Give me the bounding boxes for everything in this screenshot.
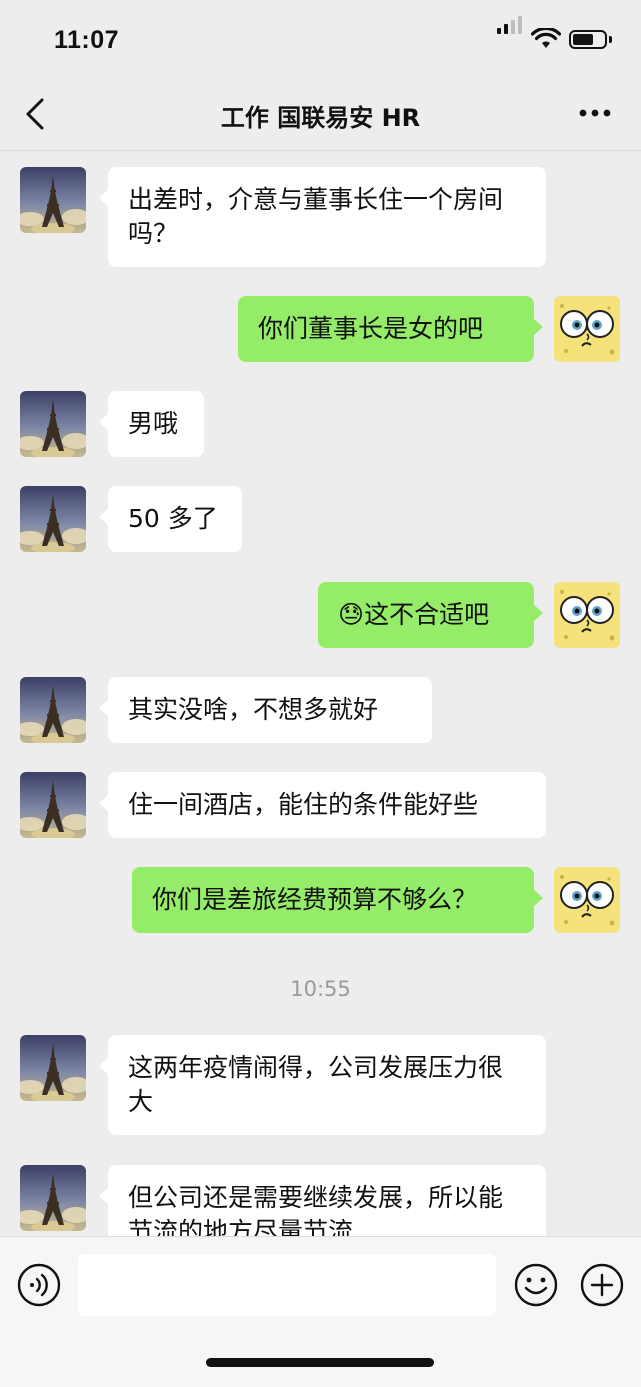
eiffel-tower-avatar-icon (20, 677, 86, 743)
wifi-icon (531, 28, 561, 48)
incoming-message-bubble[interactable]: 50 多了 (99, 486, 242, 552)
message-text: 但公司还是需要继续发展，所以能节流的地方尽量节流 (128, 1183, 504, 1236)
status-time: 11:07 (54, 26, 120, 54)
spongebob-avatar-icon (554, 296, 620, 362)
incoming-message-bubble[interactable]: 男哦 (99, 391, 204, 457)
contact-avatar[interactable] (20, 167, 86, 233)
my-avatar[interactable] (554, 582, 620, 648)
outgoing-message-bubble[interactable]: 😓这不合适吧 (318, 582, 543, 648)
message-text: 50 多了 (128, 504, 218, 533)
message-text: 你们董事长是女的吧 (258, 314, 484, 343)
message-text: 其实没啥，不想多就好 (128, 695, 379, 724)
contact-avatar[interactable] (20, 772, 86, 838)
message-input[interactable] (78, 1254, 496, 1316)
plus-icon[interactable] (580, 1263, 624, 1307)
spongebob-avatar-icon (554, 582, 620, 648)
contact-avatar[interactable] (20, 1035, 86, 1101)
eiffel-tower-avatar-icon (20, 1165, 86, 1231)
message-list: 出差时，介意与董事长住一个房间吗？ 你们董事长是女的吧 男哦 50 多了 😓这不… (0, 151, 641, 1236)
contact-avatar[interactable] (20, 677, 86, 743)
outgoing-message-bubble[interactable]: 你们董事长是女的吧 (238, 296, 543, 362)
contact-avatar[interactable] (20, 486, 86, 552)
message-text: 你们是差旅经费预算不够么？ (152, 885, 478, 914)
spongebob-avatar-icon (554, 867, 620, 933)
message-text: 这两年疫情闹得，公司发展压力很大 (128, 1053, 504, 1116)
eiffel-tower-avatar-icon (20, 486, 86, 552)
eiffel-tower-avatar-icon (20, 391, 86, 457)
my-avatar[interactable] (554, 296, 620, 362)
message-text: 这不合适吧 (364, 600, 490, 629)
status-bar: 11:07 (0, 0, 641, 80)
contact-avatar[interactable] (20, 1165, 86, 1231)
message-text: 住一间酒店，能住的条件能好些 (128, 790, 479, 819)
message-timestamp: 10:55 (290, 977, 351, 1001)
incoming-message-bubble[interactable]: 住一间酒店，能住的条件能好些 (99, 772, 546, 838)
contact-avatar[interactable] (20, 391, 86, 457)
message-text: 男哦 (128, 409, 179, 438)
more-dots-icon[interactable] (578, 106, 612, 120)
sweat-emoji-icon: 😓 (338, 600, 365, 629)
home-indicator (206, 1358, 434, 1367)
battery-icon (569, 30, 607, 49)
input-bar (0, 1236, 641, 1387)
incoming-message-bubble[interactable]: 其实没啥，不想多就好 (99, 677, 432, 743)
emoji-icon[interactable] (514, 1263, 558, 1307)
incoming-message-bubble[interactable]: 但公司还是需要继续发展，所以能节流的地方尽量节流 (99, 1165, 546, 1236)
eiffel-tower-avatar-icon (20, 772, 86, 838)
incoming-message-bubble[interactable]: 出差时，介意与董事长住一个房间吗？ (99, 167, 546, 267)
eiffel-tower-avatar-icon (20, 167, 86, 233)
eiffel-tower-avatar-icon (20, 1035, 86, 1101)
chat-title: 工作 国联易安 HR (220, 104, 421, 132)
voice-icon[interactable] (17, 1263, 61, 1307)
my-avatar[interactable] (554, 867, 620, 933)
message-text: 出差时，介意与董事长住一个房间吗？ (128, 185, 504, 248)
outgoing-message-bubble[interactable]: 你们是差旅经费预算不够么？ (132, 867, 543, 933)
incoming-message-bubble[interactable]: 这两年疫情闹得，公司发展压力很大 (99, 1035, 546, 1135)
chat-header: 工作 国联易安 HR (0, 80, 641, 150)
